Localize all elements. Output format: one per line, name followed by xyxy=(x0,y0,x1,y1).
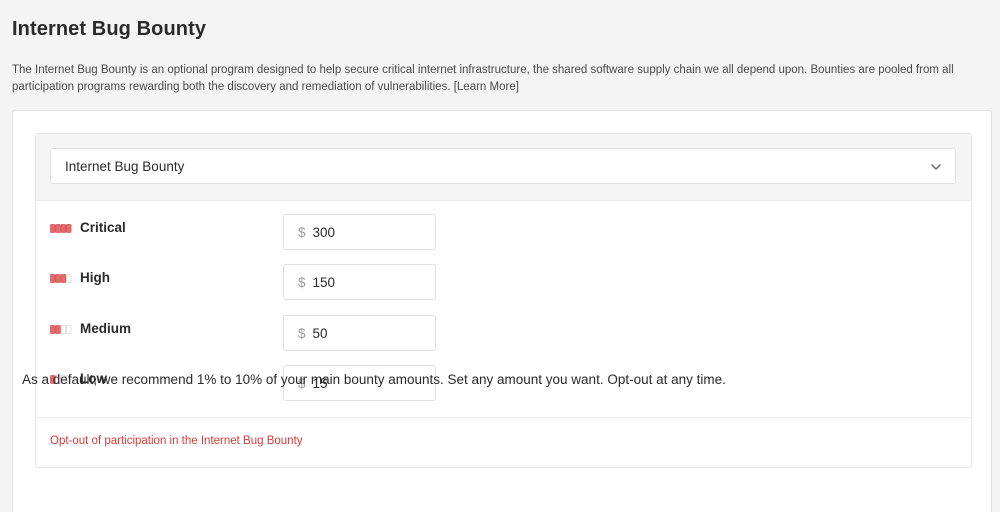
severity-cell-filled xyxy=(60,274,67,283)
severity-label: Medium xyxy=(80,321,132,336)
program-panel: Internet Bug Bounty Critical $ 300 High xyxy=(35,133,972,468)
opt-out-link[interactable]: Opt-out of participation in the Internet… xyxy=(50,435,303,447)
severity-critical-icon xyxy=(50,224,72,233)
severity-label: Critical xyxy=(80,220,126,235)
page-description: The Internet Bug Bounty is an optional p… xyxy=(12,64,954,93)
severity-row-high: High $ 150 xyxy=(36,264,971,304)
severity-label: High xyxy=(80,270,110,285)
critical-amount-input[interactable]: $ 300 xyxy=(283,214,436,250)
severity-cell-empty xyxy=(65,274,72,283)
severity-cell-filled xyxy=(50,224,56,233)
divider xyxy=(36,417,971,418)
program-select-value: Internet Bug Bounty xyxy=(65,158,185,174)
medium-amount-input[interactable]: $ 50 xyxy=(283,315,436,351)
severity-cell-filled xyxy=(50,325,56,334)
page-title: Internet Bug Bounty xyxy=(12,18,207,40)
severity-cell-empty xyxy=(60,325,67,334)
program-select-wrap: Internet Bug Bounty xyxy=(36,134,971,201)
amount-value: 300 xyxy=(312,224,336,240)
currency-symbol: $ xyxy=(298,325,306,341)
severity-cell-filled xyxy=(65,224,72,233)
ibb-settings-page: Internet Bug Bounty The Internet Bug Bou… xyxy=(0,0,1000,512)
high-amount-input[interactable]: $ 150 xyxy=(283,264,436,300)
severity-cell-filled xyxy=(60,224,67,233)
severity-cell-filled xyxy=(50,274,56,283)
severity-high-icon xyxy=(50,274,72,283)
recommendation-note: As a default, we recommend 1% to 10% of … xyxy=(22,372,726,387)
currency-symbol: $ xyxy=(298,274,306,290)
severity-row-critical: Critical $ 300 xyxy=(36,214,971,254)
severity-cell-filled xyxy=(55,224,61,233)
amount-value: 150 xyxy=(312,274,336,290)
severity-medium-icon xyxy=(50,325,72,334)
program-select[interactable]: Internet Bug Bounty xyxy=(50,148,956,184)
chevron-down-icon xyxy=(931,164,941,170)
ibb-card: Internet Bug Bounty Critical $ 300 High xyxy=(12,110,992,512)
currency-symbol: $ xyxy=(298,224,306,240)
severity-cell-empty xyxy=(65,325,72,334)
severity-cell-filled xyxy=(55,274,61,283)
severity-row-medium: Medium $ 50 xyxy=(36,315,971,355)
severity-cell-filled xyxy=(55,325,61,334)
amount-value: 50 xyxy=(312,325,328,341)
